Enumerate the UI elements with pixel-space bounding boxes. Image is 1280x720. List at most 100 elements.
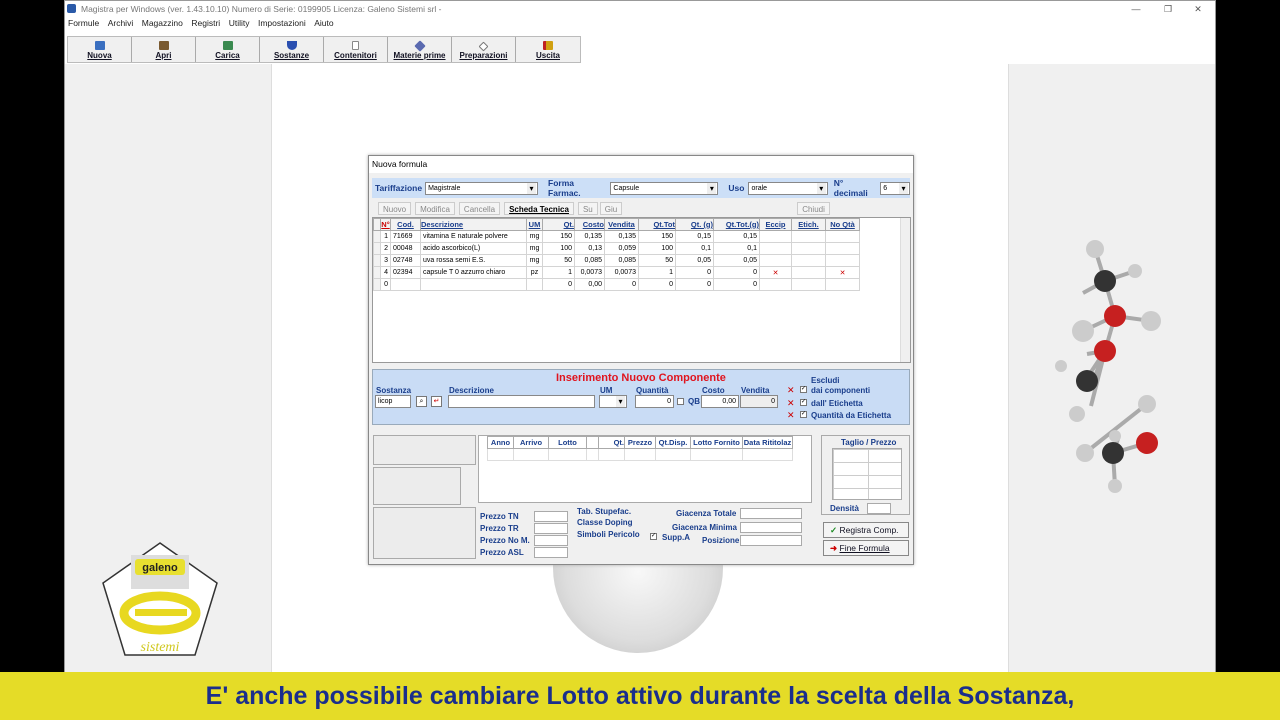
table-cell[interactable]: 0,13 — [574, 242, 605, 255]
table-cell[interactable]: capsule T 0 azzurro chiaro — [420, 266, 527, 279]
table-cell[interactable] — [791, 242, 826, 255]
table-cell[interactable]: 0,085 — [574, 254, 605, 267]
table-cell[interactable]: 0 — [638, 278, 676, 291]
table-cell[interactable] — [420, 278, 527, 291]
table-cell[interactable]: 0,135 — [604, 230, 639, 243]
forma-farmac-select[interactable]: Capsule — [610, 181, 719, 195]
lots-header-cell[interactable]: Qt. — [598, 436, 625, 449]
row-selector[interactable] — [373, 254, 381, 267]
taglio-prezzo-grid[interactable] — [832, 448, 902, 500]
table-cell[interactable] — [759, 242, 792, 255]
grid-header-cell[interactable]: Qt.Tot — [638, 218, 676, 231]
toolbar-contenitori-button[interactable]: Contenitori — [324, 37, 388, 62]
table-cell[interactable]: 150 — [542, 230, 575, 243]
table-cell[interactable]: 0 — [542, 278, 575, 291]
fine-formula-button[interactable]: ➜ Fine Formula — [823, 540, 909, 556]
table-row[interactable]: 4 02394 capsule T 0 azzurro chiaro pz 1 0,007… — [373, 266, 860, 279]
table-cell[interactable]: 0 — [675, 266, 714, 279]
toolbar-materie-prime-button[interactable]: Materie prime — [388, 37, 452, 62]
toolbar-sostanze-button[interactable]: Sostanze — [260, 37, 324, 62]
prezzo-tn-field[interactable] — [534, 511, 568, 522]
lots-empty-row[interactable] — [487, 448, 793, 461]
table-cell[interactable]: 0,085 — [604, 254, 639, 267]
vendita-input[interactable]: 0 — [740, 395, 778, 408]
table-cell[interactable]: 0 — [713, 278, 760, 291]
maximize-button[interactable]: ❐ — [1153, 1, 1183, 17]
grid-header-cell[interactable]: N° — [380, 218, 391, 231]
table-cell[interactable]: 0,135 — [574, 230, 605, 243]
prezzo-asl-field[interactable] — [534, 547, 568, 558]
scheda-tecnica-button[interactable]: Scheda Tecnica — [504, 202, 574, 215]
table-cell[interactable]: 100 — [542, 242, 575, 255]
row-selector[interactable] — [373, 266, 381, 279]
chiudi-button[interactable]: Chiudi — [797, 202, 830, 215]
grid-header-cell[interactable]: Qt. — [542, 218, 575, 231]
table-row[interactable]: 0 0 0,00 0 0 0 0 — [373, 278, 860, 291]
table-cell[interactable]: 0,05 — [713, 254, 760, 267]
table-cell[interactable]: pz — [526, 266, 543, 279]
registra-comp-button[interactable]: ✓ Registra Comp. — [823, 522, 909, 538]
table-cell[interactable]: 150 — [638, 230, 676, 243]
table-row[interactable]: 2 00048 acido ascorbico(L) mg 100 0,13 0,059 10… — [373, 242, 860, 255]
menu-archivi[interactable]: Archivi — [105, 17, 137, 30]
lots-header-cell[interactable]: Anno — [487, 436, 514, 449]
table-cell[interactable]: 02748 — [390, 254, 421, 267]
grid-header-cell[interactable]: Etich. — [791, 218, 826, 231]
menu-magazzino[interactable]: Magazzino — [139, 17, 186, 30]
qb-checkbox[interactable] — [677, 398, 684, 405]
table-cell[interactable] — [759, 278, 792, 291]
table-cell[interactable]: acido ascorbico(L) — [420, 242, 527, 255]
table-cell[interactable]: 0 — [713, 266, 760, 279]
table-cell[interactable]: mg — [526, 254, 543, 267]
menu-impostazioni[interactable]: Impostazioni — [255, 17, 309, 30]
menu-registri[interactable]: Registri — [188, 17, 223, 30]
dall-etichetta-checkbox[interactable]: ✓ — [800, 399, 807, 406]
grid-vertical-scrollbar[interactable] — [900, 218, 910, 362]
table-cell[interactable]: 4 — [380, 266, 391, 279]
table-cell[interactable] — [759, 254, 792, 267]
modifica-button[interactable]: Modifica — [415, 202, 455, 215]
table-cell[interactable] — [825, 254, 860, 267]
table-cell[interactable]: 0,0073 — [604, 266, 639, 279]
lot-select-icon[interactable]: ↵ — [431, 396, 442, 407]
table-cell[interactable]: 0 — [380, 278, 391, 291]
table-row[interactable]: 1 71669 vitamina E naturale polvere mg 150 0,… — [373, 230, 860, 243]
table-cell[interactable] — [791, 230, 826, 243]
decimali-select[interactable]: 6 — [880, 181, 910, 195]
lots-header-cell[interactable]: Data Rititolaz — [742, 436, 793, 449]
table-cell[interactable] — [390, 278, 421, 291]
cancella-button[interactable]: Cancella — [458, 202, 501, 215]
um-select[interactable] — [599, 395, 627, 408]
table-cell[interactable]: 02394 — [390, 266, 421, 279]
table-cell[interactable]: 1 — [380, 230, 391, 243]
toolbar-preparazioni-button[interactable]: Preparazioni — [452, 37, 516, 62]
grid-header-cell[interactable]: Qt. (g) — [675, 218, 714, 231]
table-cell[interactable]: mg — [526, 230, 543, 243]
table-cell[interactable]: 1 — [638, 266, 676, 279]
menu-utility[interactable]: Utility — [226, 17, 253, 30]
close-button[interactable]: ✕ — [1183, 1, 1213, 17]
toolbar-carica-button[interactable]: Carica — [196, 37, 260, 62]
giacenza-totale-field[interactable] — [740, 508, 802, 519]
toolbar-apri-button[interactable]: Apri — [132, 37, 196, 62]
table-cell[interactable] — [526, 278, 543, 291]
lots-header-cell[interactable]: Lotto — [548, 436, 587, 449]
table-cell[interactable]: 71669 — [390, 230, 421, 243]
dai-componenti-checkbox[interactable]: ✓ — [800, 386, 807, 393]
table-row[interactable]: 3 02748 uva rossa semi E.S. mg 50 0,085 0,085 5… — [373, 254, 860, 267]
table-cell[interactable]: vitamina E naturale polvere — [420, 230, 527, 243]
grid-header-cell[interactable]: Descrizione — [420, 218, 527, 231]
quantita-etichetta-checkbox[interactable]: ✓ — [800, 411, 807, 418]
row-selector[interactable] — [373, 242, 381, 255]
descrizione-input[interactable] — [448, 395, 595, 408]
table-cell[interactable]: 0,059 — [604, 242, 639, 255]
table-cell[interactable]: ✕ — [759, 266, 792, 279]
row-selector[interactable] — [373, 278, 381, 291]
table-cell[interactable]: 0,0073 — [574, 266, 605, 279]
table-cell[interactable] — [825, 242, 860, 255]
prezzo-tr-field[interactable] — [534, 523, 568, 534]
table-cell[interactable]: 50 — [638, 254, 676, 267]
table-cell[interactable]: uva rossa semi E.S. — [420, 254, 527, 267]
grid-header-cell[interactable]: No Qtà — [825, 218, 860, 231]
grid-header-cell[interactable]: Eccip — [759, 218, 792, 231]
